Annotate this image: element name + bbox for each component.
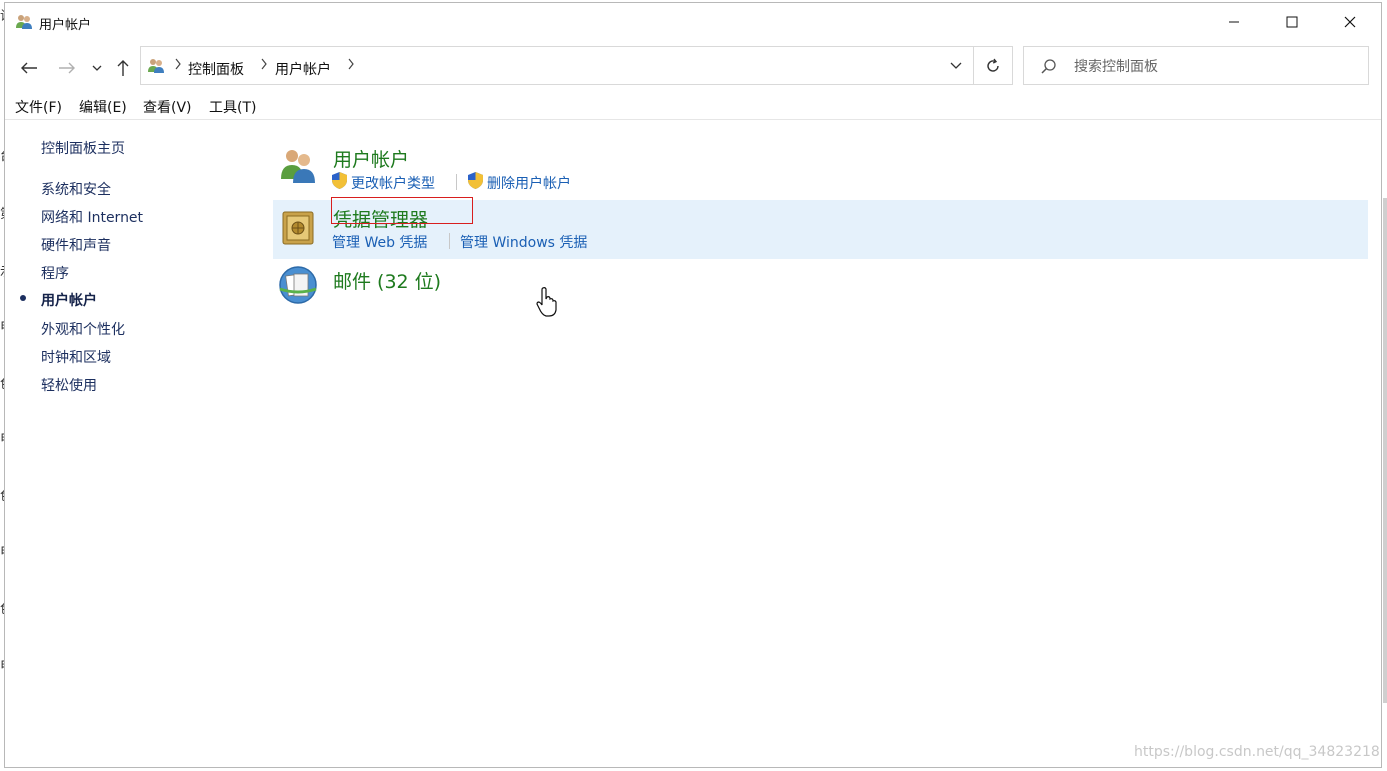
control-panel-window: 用户帐户 控制面板 用户帐户 搜索控制面板 文件(F) 编辑(E) 查看(V) …	[4, 2, 1387, 768]
annotation-highlight-box	[331, 197, 473, 224]
manage-windows-credentials-link[interactable]: 管理 Windows 凭据	[460, 232, 587, 252]
sidebar-item-hardware-sound[interactable]: 硬件和声音	[41, 235, 111, 255]
maximize-button[interactable]	[1263, 3, 1321, 41]
arrow-right-icon	[59, 62, 75, 74]
menu-file[interactable]: 文件(F)	[15, 97, 62, 117]
sidebar-item-user-accounts[interactable]: 用户帐户	[41, 290, 97, 310]
category-user-accounts: 用户帐户 更改帐户类型 删除用户帐户	[273, 139, 1368, 197]
mail-icon	[279, 266, 317, 304]
scrollbar[interactable]	[1383, 198, 1387, 703]
menu-divider	[5, 119, 1381, 120]
minimize-icon	[1229, 21, 1239, 23]
menu-edit[interactable]: 编辑(E)	[79, 97, 127, 117]
sidebar-home-link[interactable]: 控制面板主页	[41, 138, 125, 158]
category-mail: 邮件 (32 位)	[273, 261, 1368, 309]
chevron-right-icon[interactable]	[347, 58, 355, 70]
search-icon	[1041, 59, 1056, 74]
change-account-type-link[interactable]: 更改帐户类型	[351, 173, 435, 193]
maximize-icon	[1286, 16, 1298, 28]
chevron-down-icon	[950, 62, 962, 69]
arrow-left-icon	[21, 62, 37, 74]
search-box[interactable]	[1023, 46, 1369, 85]
sidebar-item-network[interactable]: 网络和 Internet	[41, 207, 143, 227]
uac-shield-icon	[468, 172, 483, 189]
address-dropdown-button[interactable]	[941, 47, 971, 84]
close-icon	[1344, 16, 1356, 28]
sidebar-item-ease-of-access[interactable]: 轻松使用	[41, 375, 97, 395]
link-separator	[449, 233, 450, 249]
category-title[interactable]: 用户帐户	[333, 145, 409, 172]
menu-view[interactable]: 查看(V)	[143, 97, 192, 117]
manage-web-credentials-link[interactable]: 管理 Web 凭据	[332, 232, 427, 252]
uac-shield-icon	[332, 172, 347, 189]
arrow-up-icon	[117, 60, 129, 76]
current-item-bullet	[20, 295, 26, 301]
users-icon	[281, 150, 315, 183]
sidebar-item-programs[interactable]: 程序	[41, 263, 69, 283]
link-separator	[456, 174, 457, 190]
chevron-right-icon[interactable]	[260, 58, 268, 70]
category-title[interactable]: 邮件 (32 位)	[333, 267, 441, 294]
vault-icon	[282, 211, 314, 245]
minimize-button[interactable]	[1205, 3, 1263, 41]
sidebar-item-system-security[interactable]: 系统和安全	[41, 179, 111, 199]
users-icon	[16, 15, 32, 29]
breadcrumb-user-accounts[interactable]: 用户帐户	[275, 59, 331, 79]
menu-tools[interactable]: 工具(T)	[209, 97, 256, 117]
up-button[interactable]	[111, 55, 135, 81]
breadcrumb-control-panel[interactable]: 控制面板	[188, 59, 244, 79]
refresh-icon	[987, 58, 999, 72]
hand-cursor-icon	[536, 287, 557, 317]
address-bar[interactable]: 控制面板 用户帐户	[140, 46, 974, 85]
search-input[interactable]	[1072, 54, 1356, 80]
menu-bar: 文件(F) 编辑(E) 查看(V) 工具(T)	[5, 93, 1381, 117]
window-title: 用户帐户	[39, 18, 92, 33]
refresh-button[interactable]	[973, 46, 1013, 85]
delete-user-account-link[interactable]: 删除用户帐户	[487, 173, 571, 193]
title-bar[interactable]: 用户帐户	[5, 3, 1381, 41]
sidebar-item-appearance[interactable]: 外观和个性化	[41, 319, 125, 339]
watermark: https://blog.csdn.net/qq_34823218	[1134, 744, 1380, 760]
chevron-right-icon	[175, 58, 181, 70]
chevron-down-icon	[92, 65, 102, 71]
forward-button[interactable]	[53, 55, 81, 81]
close-button[interactable]	[1321, 3, 1379, 41]
recent-locations-button[interactable]	[89, 57, 105, 79]
users-icon	[148, 59, 164, 73]
back-button[interactable]	[15, 55, 43, 81]
sidebar-item-clock-region[interactable]: 时钟和区域	[41, 347, 111, 367]
